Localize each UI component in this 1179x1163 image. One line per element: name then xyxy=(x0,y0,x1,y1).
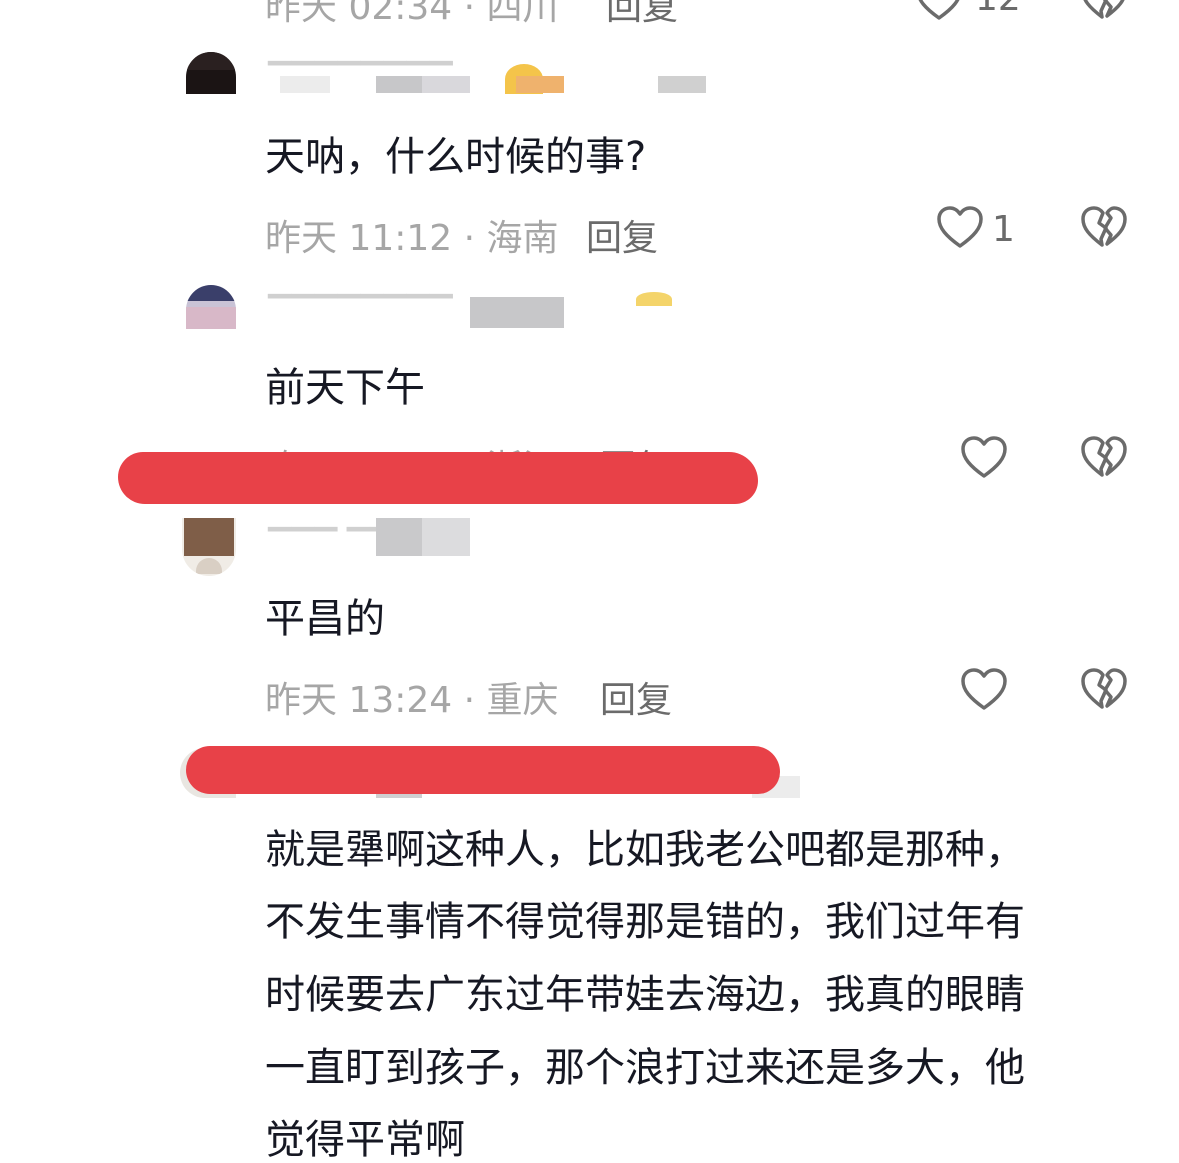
avatar[interactable] xyxy=(186,285,236,329)
comment-meta: 昨天 13:24 · 重庆 xyxy=(265,680,559,721)
broken-heart-icon[interactable] xyxy=(1080,206,1128,250)
like-count: 12 xyxy=(975,0,1021,19)
heart-outline-icon[interactable] xyxy=(936,206,984,250)
broken-heart-icon[interactable] xyxy=(1080,436,1128,480)
username[interactable]: ▔▔▔▔▔▔▔▔ xyxy=(268,295,453,330)
redaction-mark xyxy=(118,452,758,504)
comment-text-line: 时候要去广东过年带娃去海边，我真的眼睛 xyxy=(265,972,1025,1018)
blurred-mosaic xyxy=(376,518,422,556)
blurred-mosaic xyxy=(470,297,564,328)
heart-outline-icon[interactable] xyxy=(960,436,1008,480)
reply-button[interactable]: 回复 xyxy=(606,0,678,30)
blurred-mosaic xyxy=(280,76,330,93)
avatar[interactable] xyxy=(186,52,236,94)
comment-text-line: 就是犟啊这种人，比如我老公吧都是那种， xyxy=(265,827,1025,873)
blurred-mosaic xyxy=(516,76,564,93)
blurred-mosaic xyxy=(422,76,470,93)
comment-text-line: 不发生事情不得觉得那是错的，我们过年有 xyxy=(265,899,1025,945)
comment-meta: 昨天 11:12 · 海南 xyxy=(265,218,559,259)
comment-text-line: 觉得平常啊 xyxy=(265,1117,465,1163)
redaction-mark xyxy=(186,746,780,794)
emoji-icon xyxy=(636,292,672,306)
blurred-mosaic xyxy=(376,76,422,93)
broken-heart-icon[interactable] xyxy=(1080,0,1128,22)
heart-outline-icon[interactable] xyxy=(915,0,963,22)
comment-meta: 昨天 02:34 · 四川 xyxy=(265,0,559,28)
blurred-mosaic xyxy=(422,518,470,556)
comment-text: 平昌的 xyxy=(265,596,385,642)
blurred-mosaic xyxy=(658,76,706,93)
comment-text-line: 一直盯到孩子，那个浪打过来还是多大，他 xyxy=(265,1045,1025,1091)
comment-text: 前天下午 xyxy=(265,365,425,411)
heart-outline-icon[interactable] xyxy=(960,668,1008,712)
broken-heart-icon[interactable] xyxy=(1080,668,1128,712)
reply-button[interactable]: 回复 xyxy=(600,671,672,723)
like-count: 1 xyxy=(992,209,1015,250)
avatar[interactable] xyxy=(182,518,236,576)
username[interactable]: ▔▔▔ ▔▔ xyxy=(268,528,393,563)
reply-button[interactable]: 回复 xyxy=(586,209,658,261)
comment-text: 天呐，什么时候的事? xyxy=(265,134,647,180)
